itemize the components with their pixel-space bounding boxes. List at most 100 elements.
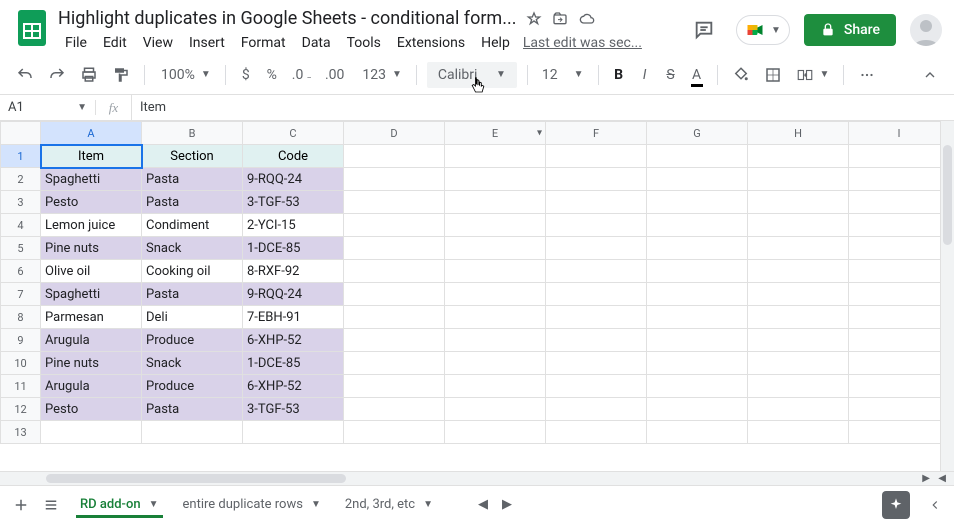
column-header-D[interactable]: D bbox=[344, 122, 445, 145]
cell-A8[interactable]: Parmesan bbox=[41, 306, 142, 329]
menu-tools[interactable]: Tools bbox=[340, 31, 388, 55]
cell-D7[interactable] bbox=[344, 283, 445, 306]
cell-C13[interactable] bbox=[243, 421, 344, 444]
cell-E13[interactable] bbox=[445, 421, 546, 444]
cell-C6[interactable]: 8-RXF-92 bbox=[243, 260, 344, 283]
row-header-6[interactable]: 6 bbox=[1, 260, 41, 283]
menu-help[interactable]: Help bbox=[474, 31, 517, 55]
cell-C2[interactable]: 9-RQQ-24 bbox=[243, 168, 344, 191]
cell-A9[interactable]: Arugula bbox=[41, 329, 142, 352]
cell-G10[interactable] bbox=[647, 352, 748, 375]
star-icon[interactable] bbox=[526, 11, 542, 27]
cell-D6[interactable] bbox=[344, 260, 445, 283]
cell-D5[interactable] bbox=[344, 237, 445, 260]
cloud-status-icon[interactable] bbox=[578, 11, 596, 27]
sheets-logo[interactable] bbox=[12, 8, 52, 48]
cell-H7[interactable] bbox=[748, 283, 849, 306]
document-title[interactable]: Highlight duplicates in Google Sheets - … bbox=[58, 8, 516, 29]
cell-G4[interactable] bbox=[647, 214, 748, 237]
cell-C12[interactable]: 3-TGF-53 bbox=[243, 398, 344, 421]
side-panel-toggle[interactable] bbox=[924, 494, 946, 516]
cell-H13[interactable] bbox=[748, 421, 849, 444]
sheet-tab-2nd,-3rd,-etc[interactable]: 2nd, 3rd, etc▼ bbox=[333, 491, 445, 518]
cell-F1[interactable] bbox=[546, 145, 647, 168]
cell-F11[interactable] bbox=[546, 375, 647, 398]
all-sheets-button[interactable] bbox=[38, 492, 64, 518]
scroll-left-icon[interactable]: ◀ bbox=[938, 473, 946, 484]
row-header-9[interactable]: 9 bbox=[1, 329, 41, 352]
cell-I6[interactable] bbox=[849, 260, 941, 283]
cell-H6[interactable] bbox=[748, 260, 849, 283]
menu-extensions[interactable]: Extensions bbox=[390, 31, 472, 55]
cell-B6[interactable]: Cooking oil bbox=[142, 260, 243, 283]
text-color-button[interactable]: A bbox=[687, 63, 707, 87]
cell-I9[interactable] bbox=[849, 329, 941, 352]
more-formats-dropdown[interactable]: 123▼ bbox=[358, 63, 406, 87]
cell-B10[interactable]: Snack bbox=[142, 352, 243, 375]
cell-E1[interactable] bbox=[445, 145, 546, 168]
column-header-G[interactable]: G bbox=[647, 122, 748, 145]
cell-G11[interactable] bbox=[647, 375, 748, 398]
cell-I8[interactable] bbox=[849, 306, 941, 329]
cell-D9[interactable] bbox=[344, 329, 445, 352]
row-header-7[interactable]: 7 bbox=[1, 283, 41, 306]
cell-I2[interactable] bbox=[849, 168, 941, 191]
cell-F7[interactable] bbox=[546, 283, 647, 306]
cell-E9[interactable] bbox=[445, 329, 546, 352]
cell-A12[interactable]: Pesto bbox=[41, 398, 142, 421]
cell-I7[interactable] bbox=[849, 283, 941, 306]
cell-A1[interactable]: Item bbox=[41, 145, 142, 168]
print-button[interactable] bbox=[76, 62, 102, 88]
cell-E4[interactable] bbox=[445, 214, 546, 237]
row-header-1[interactable]: 1 bbox=[1, 145, 41, 168]
cell-B2[interactable]: Pasta bbox=[142, 168, 243, 191]
cell-D10[interactable] bbox=[344, 352, 445, 375]
cell-B5[interactable]: Snack bbox=[142, 237, 243, 260]
cell-B11[interactable]: Produce bbox=[142, 375, 243, 398]
column-header-B[interactable]: B bbox=[142, 122, 243, 145]
cell-C5[interactable]: 1-DCE-85 bbox=[243, 237, 344, 260]
decrease-decimal-button[interactable]: .0_ bbox=[288, 63, 315, 87]
move-icon[interactable] bbox=[552, 11, 568, 27]
cell-B12[interactable]: Pasta bbox=[142, 398, 243, 421]
row-header-13[interactable]: 13 bbox=[1, 421, 41, 444]
cell-F2[interactable] bbox=[546, 168, 647, 191]
cell-I3[interactable] bbox=[849, 191, 941, 214]
horizontal-scrollbar[interactable]: ▶ ◀ bbox=[0, 471, 954, 485]
cell-I12[interactable] bbox=[849, 398, 941, 421]
increase-decimal-button[interactable]: .00 bbox=[321, 63, 352, 87]
cell-H10[interactable] bbox=[748, 352, 849, 375]
cell-B7[interactable]: Pasta bbox=[142, 283, 243, 306]
cell-G2[interactable] bbox=[647, 168, 748, 191]
cell-F10[interactable] bbox=[546, 352, 647, 375]
cell-I1[interactable] bbox=[849, 145, 941, 168]
zoom-dropdown[interactable]: 100%▼ bbox=[155, 63, 215, 87]
cell-C7[interactable]: 9-RQQ-24 bbox=[243, 283, 344, 306]
cell-D8[interactable] bbox=[344, 306, 445, 329]
cell-G5[interactable] bbox=[647, 237, 748, 260]
filter-icon[interactable]: ▾ bbox=[537, 128, 542, 139]
cell-I5[interactable] bbox=[849, 237, 941, 260]
menu-data[interactable]: Data bbox=[295, 31, 338, 55]
cell-D2[interactable] bbox=[344, 168, 445, 191]
cell-E2[interactable] bbox=[445, 168, 546, 191]
last-edit-link[interactable]: Last edit was sec... bbox=[523, 35, 642, 51]
cell-C9[interactable]: 6-XHP-52 bbox=[243, 329, 344, 352]
cell-D12[interactable] bbox=[344, 398, 445, 421]
cell-D13[interactable] bbox=[344, 421, 445, 444]
cell-G6[interactable] bbox=[647, 260, 748, 283]
sheet-tab-rd-add-on[interactable]: RD add-on▼ bbox=[68, 491, 171, 518]
column-header-C[interactable]: C bbox=[243, 122, 344, 145]
cell-H5[interactable] bbox=[748, 237, 849, 260]
menu-file[interactable]: File bbox=[58, 31, 94, 55]
cell-G13[interactable] bbox=[647, 421, 748, 444]
merge-cells-button[interactable]: ▼ bbox=[792, 62, 834, 88]
cell-G9[interactable] bbox=[647, 329, 748, 352]
cell-H3[interactable] bbox=[748, 191, 849, 214]
select-all-corner[interactable] bbox=[1, 122, 41, 145]
scroll-right-icon[interactable]: ▶ bbox=[922, 473, 930, 484]
cell-E8[interactable] bbox=[445, 306, 546, 329]
cell-C1[interactable]: Code bbox=[243, 145, 344, 168]
cell-A6[interactable]: Olive oil bbox=[41, 260, 142, 283]
row-header-4[interactable]: 4 bbox=[1, 214, 41, 237]
